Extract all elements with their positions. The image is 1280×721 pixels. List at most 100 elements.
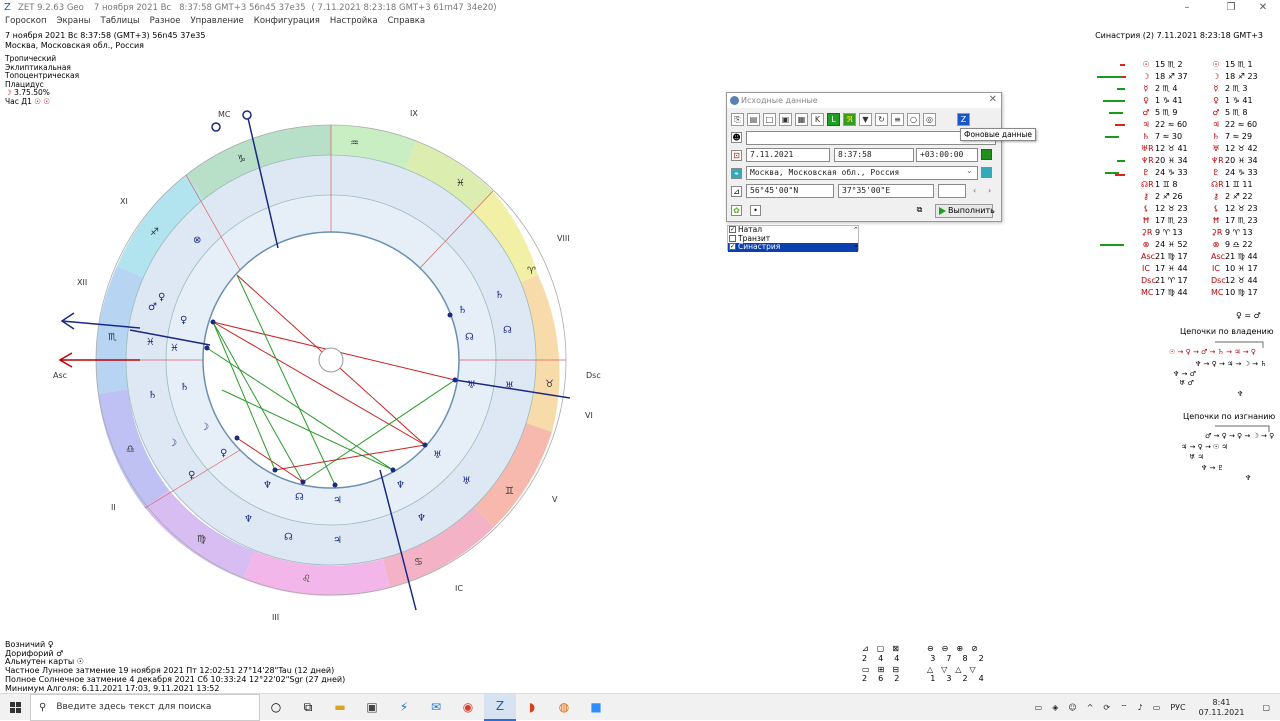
- app-blue-icon[interactable]: ⚡: [388, 694, 420, 721]
- close-icon[interactable]: ✕: [1246, 0, 1280, 15]
- language-indicator[interactable]: РУС: [1165, 703, 1190, 712]
- dropbox-icon[interactable]: ◈: [1047, 703, 1063, 712]
- checkbox-empty-icon[interactable]: [729, 234, 736, 242]
- new-icon[interactable]: □: [763, 113, 776, 126]
- planet-glyph: ⚸: [1143, 204, 1149, 213]
- filter-icon[interactable]: ▼: [859, 113, 872, 126]
- taskbar-search[interactable]: ⚲ Введите здесь текст для поиска: [30, 693, 260, 721]
- restore-icon[interactable]: ❐: [1214, 0, 1248, 15]
- check-icon[interactable]: ✓: [729, 226, 736, 233]
- minimize-icon[interactable]: –: [1170, 0, 1204, 15]
- longitude-field[interactable]: 37°35'00"E: [838, 184, 934, 198]
- sync-icon[interactable]: ⟳: [1098, 703, 1115, 712]
- tray-app-icon[interactable]: ▭: [1030, 703, 1048, 712]
- arrow-right-icon[interactable]: ›: [988, 186, 991, 195]
- planet-glyph: ☿: [1143, 84, 1149, 93]
- notifications-icon[interactable]: ▢: [1252, 703, 1280, 712]
- planet-position-2: 20 ♓ 34: [1225, 156, 1258, 165]
- cortana-icon[interactable]: ○: [260, 694, 292, 721]
- aspect-icon: ▽: [969, 665, 976, 674]
- print-icon[interactable]: ▤: [747, 113, 760, 126]
- planet-position: 2 ♐ 26: [1155, 192, 1183, 201]
- svg-text:♅: ♅: [433, 450, 442, 461]
- yellow-icon[interactable]: ℜ: [843, 113, 856, 126]
- options-icon[interactable]: ✿: [731, 205, 742, 216]
- date-field[interactable]: 7.11.2021: [746, 148, 830, 162]
- menu-config[interactable]: Конфигурация: [249, 15, 325, 28]
- chart-wheel[interactable]: ♒ ♓ ♈ ♉ ♊ ♋ ♌ ♍ ♎ ♏ ♐ ♑ ♓♓ ♂♀ ♀♄ ♄☽ ☽♀ ♀…: [0, 90, 620, 630]
- planet-position-2: 9 ♈ 13: [1225, 228, 1253, 237]
- svg-text:♆: ♆: [1245, 474, 1251, 482]
- menu-control[interactable]: Управление: [185, 15, 248, 28]
- aspect-count: 2: [962, 674, 968, 683]
- menu-misc[interactable]: Разное: [145, 15, 186, 28]
- zoom-icon[interactable]: ■: [580, 694, 612, 721]
- k-icon[interactable]: K: [811, 113, 824, 126]
- save-icon[interactable]: ▣: [779, 113, 792, 126]
- arrow-left-icon[interactable]: ‹: [973, 186, 976, 195]
- calendar-icon[interactable]: ▦: [795, 113, 808, 126]
- network-icon[interactable]: ⌔: [1115, 703, 1133, 713]
- app-orange-icon[interactable]: ◗: [516, 694, 548, 721]
- refresh-icon[interactable]: ↻: [875, 113, 888, 126]
- battery-icon[interactable]: ▭: [1148, 703, 1166, 712]
- check-icon[interactable]: ✓: [729, 243, 736, 250]
- time-field[interactable]: 8:37:58: [834, 148, 914, 162]
- planet-position-2: 18 ♐ 23: [1225, 72, 1258, 81]
- run-button[interactable]: Выполнить: [935, 204, 995, 218]
- firefox-icon[interactable]: ◍: [548, 694, 580, 721]
- record-icon[interactable]: •: [750, 205, 761, 216]
- dialog-close-icon[interactable]: ✕: [989, 94, 997, 105]
- copy-icon[interactable]: ⎘: [731, 113, 744, 126]
- planet-glyph: ♄: [1142, 132, 1150, 141]
- tz-color-icon[interactable]: [981, 149, 992, 160]
- person-icon[interactable]: ☺: [1063, 703, 1081, 712]
- planet-glyph-2: IC: [1212, 264, 1220, 273]
- z-icon[interactable]: Z: [957, 113, 970, 126]
- mail-icon[interactable]: ✉: [420, 694, 452, 721]
- show-hidden-icon[interactable]: ^: [1082, 703, 1099, 712]
- clock[interactable]: 8:41 07.11.2021: [1191, 698, 1253, 718]
- place-field[interactable]: Москва, Московская обл., Россия: [746, 166, 978, 180]
- altitude-field[interactable]: [938, 184, 966, 198]
- menu-tables[interactable]: Таблицы: [96, 15, 145, 28]
- menu-horoscope[interactable]: Гороскоп: [0, 15, 52, 28]
- svg-text:♄: ♄: [180, 382, 189, 393]
- chrome-icon[interactable]: ◉: [452, 694, 484, 721]
- background-data-icon[interactable]: ◎: [923, 113, 936, 126]
- mode-synastry[interactable]: ✓ Синастрия: [728, 243, 858, 252]
- sign-glyph-scorpio: ♏: [108, 332, 117, 343]
- planet-glyph: ⚳R: [1141, 228, 1153, 237]
- planet-glyph: ☽: [1142, 72, 1150, 81]
- svg-text:♅ ♃: ♅ ♃: [1189, 453, 1204, 461]
- stack-icon[interactable]: ≡: [891, 113, 904, 126]
- scroll-up-icon[interactable]: ⌃: [853, 226, 859, 234]
- l-icon[interactable]: L: [827, 113, 840, 126]
- menu-help[interactable]: Справка: [383, 15, 430, 28]
- menu-settings[interactable]: Настройка: [325, 15, 383, 28]
- copy-data-icon[interactable]: ⧉: [914, 205, 925, 216]
- start-button[interactable]: [0, 694, 30, 721]
- task-view-icon[interactable]: ⧉: [292, 694, 324, 721]
- latitude-field[interactable]: 56°45'00"N: [746, 184, 834, 198]
- wheel-center: [318, 347, 344, 373]
- scroll-down-icon[interactable]: ⌄: [853, 241, 859, 249]
- place-dropdown-icon[interactable]: ⌄: [966, 166, 973, 175]
- store-icon[interactable]: ▣: [356, 694, 388, 721]
- planet-position: 17 ♍ 44: [1155, 288, 1188, 297]
- file-explorer-icon[interactable]: ▬: [324, 694, 356, 721]
- map-open-icon[interactable]: [981, 167, 992, 178]
- zet-taskbar-icon[interactable]: Z: [484, 693, 516, 721]
- planet-position: 17 ♏ 23: [1155, 216, 1188, 225]
- menu-screens[interactable]: Экраны: [52, 15, 96, 28]
- planet-row: IC 17 ♓ 44 IC 10 ♓ 17: [1095, 263, 1275, 275]
- planet-position-2: 21 ♍ 44: [1225, 252, 1258, 261]
- planet-glyph: ♅R: [1141, 144, 1154, 153]
- planet-row: ☉ 15 ♏ 2 ☉ 15 ♏ 1: [1095, 59, 1275, 71]
- svg-text:♓: ♓: [146, 337, 155, 348]
- timezone-field[interactable]: +03:00:00: [916, 148, 978, 162]
- planet-row: ⚷ 2 ♐ 26 ⚷ 2 ♐ 22: [1095, 191, 1275, 203]
- volume-icon[interactable]: ♪: [1133, 703, 1148, 712]
- circle-icon[interactable]: ○: [907, 113, 920, 126]
- name-field[interactable]: [746, 131, 996, 145]
